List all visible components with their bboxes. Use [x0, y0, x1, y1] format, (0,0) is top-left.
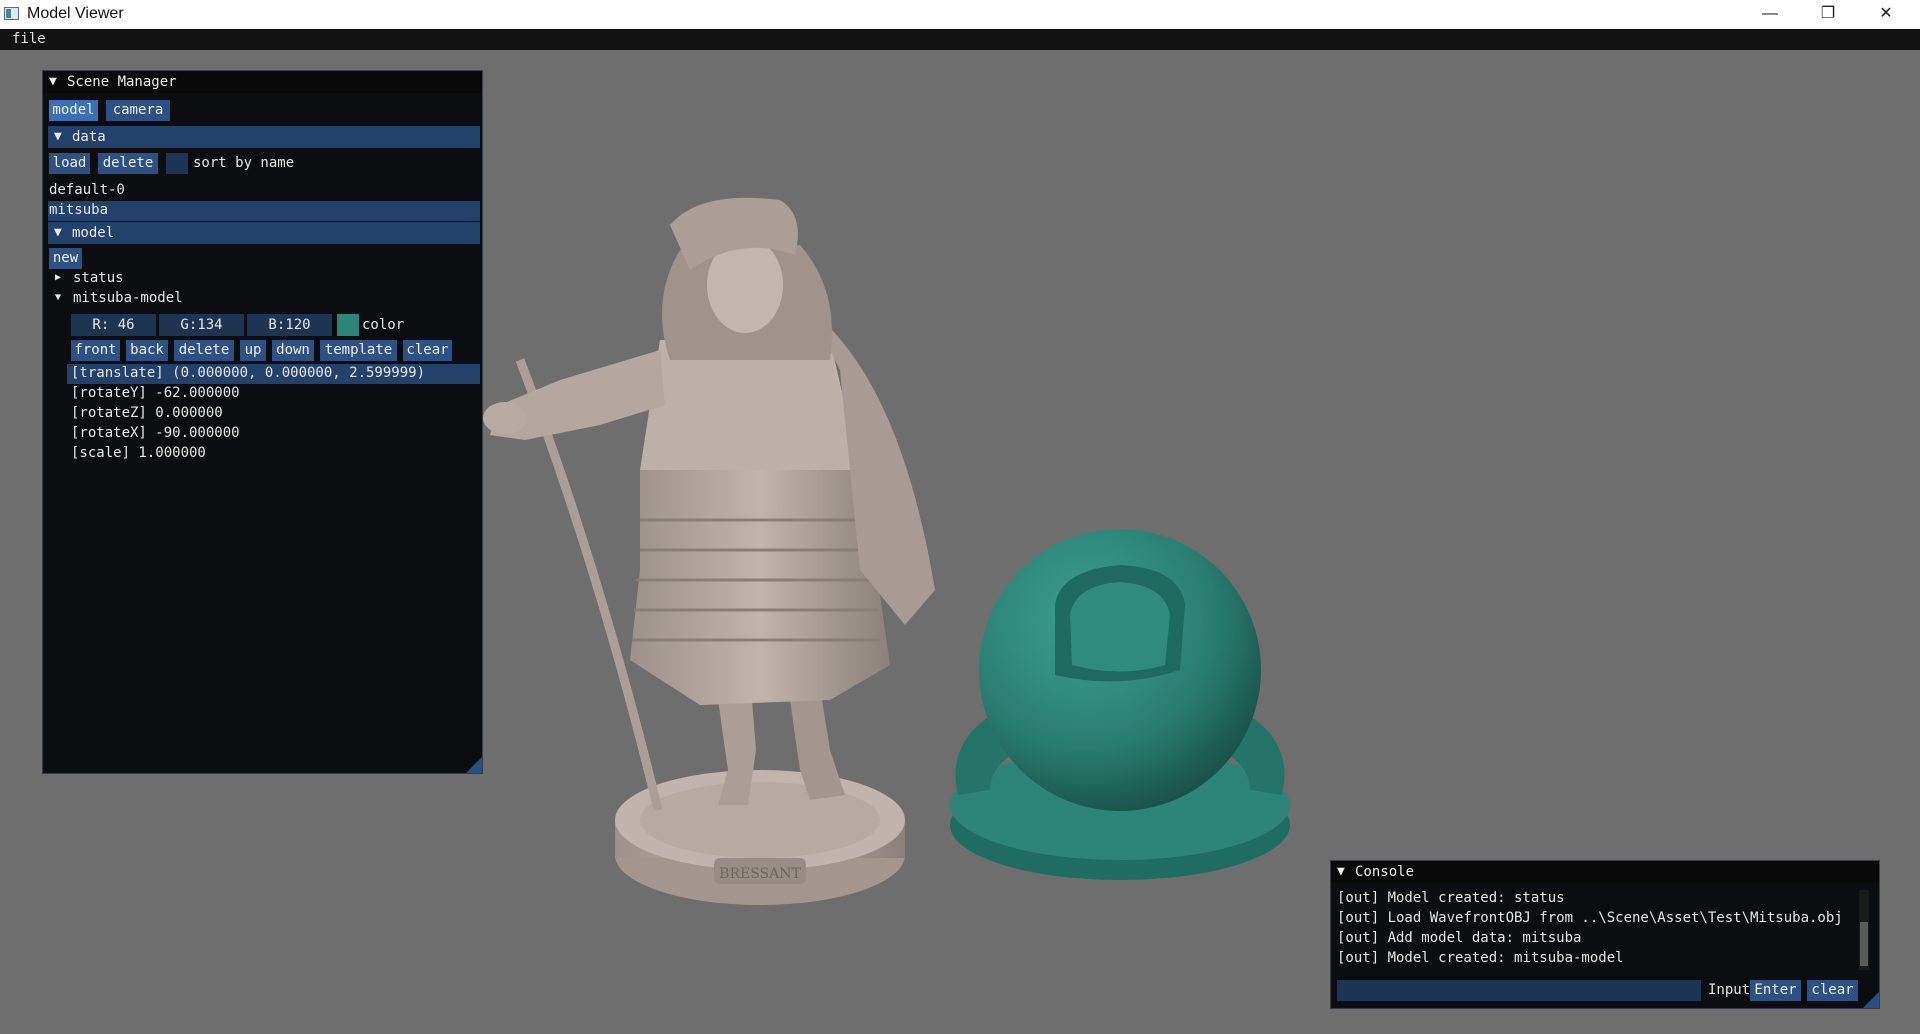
down-button[interactable]: down [272, 340, 314, 361]
scene-manager-titlebar[interactable]: ▼ Scene Manager [43, 71, 482, 93]
statue-model: BRESSANT [483, 197, 935, 905]
collapse-arrow-icon: ▼ [54, 129, 62, 144]
scene-manager-title: Scene Manager [67, 74, 177, 90]
template-button[interactable]: template [320, 340, 397, 361]
console-input-field[interactable] [1337, 980, 1701, 1001]
menu-file[interactable]: file [12, 31, 46, 47]
transform-row[interactable]: [scale] 1.000000 [71, 445, 206, 461]
clear-button[interactable]: clear [403, 340, 452, 361]
restore-icon[interactable]: ❐ [1799, 0, 1857, 29]
minimize-icon[interactable]: — [1741, 0, 1799, 29]
app-icon [4, 7, 19, 20]
list-item[interactable]: default-0 [49, 182, 125, 198]
resize-grip-icon[interactable] [1863, 992, 1879, 1008]
console-line: [out] Load WavefrontOBJ from ..\Scene\As… [1337, 910, 1843, 926]
load-button[interactable]: load [49, 153, 90, 174]
resize-grip-icon[interactable] [466, 757, 482, 773]
color-g-field[interactable]: G:134 [159, 314, 244, 336]
delete-button[interactable]: delete [98, 153, 158, 174]
color-r-field[interactable]: R: 46 [71, 314, 156, 336]
tree-arrow-right-icon[interactable]: ▶ [55, 272, 61, 283]
console-scrollbar-thumb[interactable] [1860, 922, 1868, 966]
color-label: color [362, 317, 405, 333]
console-enter-button[interactable]: Enter [1750, 980, 1801, 1001]
console-input-label: Input [1708, 982, 1751, 998]
menu-bar: file [0, 29, 1920, 50]
statue-plaque-text: BRESSANT [719, 866, 801, 882]
console-titlebar[interactable]: ▼ Console [1331, 861, 1879, 883]
list-item-selected[interactable]: mitsuba [48, 201, 480, 221]
tree-arrow-down-icon[interactable]: ▼ [55, 292, 61, 303]
console-clear-button[interactable]: clear [1807, 980, 1858, 1001]
transform-row[interactable]: [rotateY] -62.000000 [71, 385, 240, 401]
material-sphere-model [950, 529, 1290, 880]
tab-model[interactable]: model [49, 100, 98, 121]
title-bar: Model Viewer — ❐ ✕ [0, 0, 1920, 30]
sort-by-name-label: sort by name [193, 155, 295, 171]
tree-node-status[interactable]: status [73, 270, 124, 286]
model-section-header[interactable]: ▼ model [48, 222, 480, 244]
console-scrollbar[interactable] [1859, 890, 1869, 970]
console-window[interactable]: ▼ Console [out] Model created: status [o… [1330, 860, 1880, 1009]
back-button[interactable]: back [126, 340, 168, 361]
sort-checkbox[interactable] [166, 153, 188, 174]
console-line: [out] Add model data: mitsuba [1337, 930, 1582, 946]
console-line: [out] Model created: status [1337, 890, 1565, 906]
collapse-arrow-icon: ▼ [54, 225, 62, 240]
window-title: Model Viewer [27, 5, 124, 22]
front-button[interactable]: front [71, 340, 120, 361]
collapse-arrow-icon[interactable]: ▼ [49, 74, 57, 89]
scene-manager-window[interactable]: ▼ Scene Manager model camera ▼ data load… [42, 70, 483, 774]
color-b-field[interactable]: B:120 [247, 314, 332, 336]
close-icon[interactable]: ✕ [1857, 0, 1915, 29]
console-line: [out] Model created: mitsuba-model [1337, 950, 1624, 966]
tab-camera[interactable]: camera [106, 100, 170, 121]
transform-row[interactable]: [rotateZ] 0.000000 [71, 405, 223, 421]
up-button[interactable]: up [240, 340, 266, 361]
data-section-header[interactable]: ▼ data [48, 126, 480, 148]
delete-model-button[interactable]: delete [174, 340, 234, 361]
collapse-arrow-icon[interactable]: ▼ [1337, 864, 1345, 879]
transform-row-selected[interactable]: [translate] (0.000000, 0.000000, 2.59999… [67, 364, 480, 384]
color-swatch[interactable] [337, 314, 359, 336]
tree-node-mitsuba-model[interactable]: mitsuba-model [73, 290, 183, 306]
new-model-button[interactable]: new [49, 248, 82, 269]
console-title: Console [1355, 864, 1415, 880]
transform-row[interactable]: [rotateX] -90.000000 [71, 425, 240, 441]
